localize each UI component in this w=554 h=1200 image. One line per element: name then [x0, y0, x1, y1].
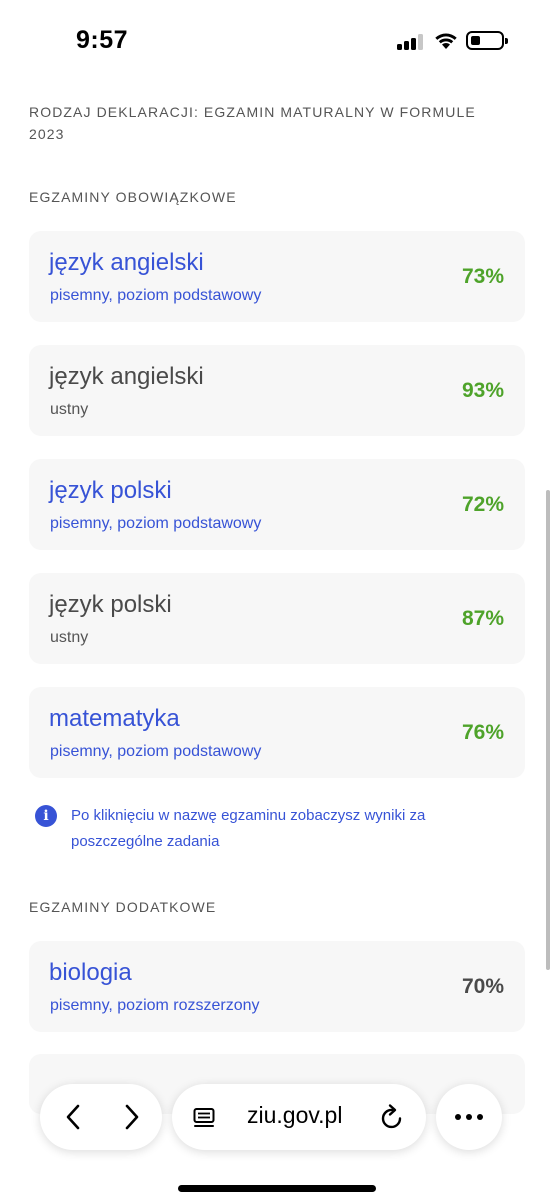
exam-name[interactable]: matematyka: [49, 705, 180, 733]
exam-score: 76%: [461, 721, 504, 744]
home-indicator[interactable]: [178, 1185, 376, 1192]
navigation-buttons: [40, 1084, 162, 1150]
exam-card: język polski ustny 87%: [29, 573, 525, 664]
exam-card: język angielski ustny 93%: [29, 345, 525, 436]
mandatory-exams-heading: EGZAMINY OBOWIĄZKOWE: [29, 189, 237, 205]
url-text[interactable]: ziu.gov.pl: [247, 1102, 342, 1129]
chevron-right-icon: [125, 1104, 138, 1130]
back-button[interactable]: [42, 1084, 103, 1150]
page: 9:57 RODZAJ DEKLARACJI: EGZAMIN MATURALN…: [0, 0, 554, 1200]
battery-icon: [466, 31, 508, 50]
reload-icon[interactable]: [379, 1103, 405, 1131]
exam-type: pisemny, poziom podstawowy: [50, 515, 262, 532]
exam-score: 72%: [461, 493, 504, 516]
exam-type: ustny: [50, 401, 89, 418]
exam-card[interactable]: matematyka pisemny, poziom podstawowy 76…: [29, 687, 525, 778]
exam-score: 70%: [461, 975, 504, 998]
exam-name[interactable]: biologia: [49, 959, 132, 987]
exam-name[interactable]: język angielski: [49, 249, 204, 277]
info-note-text: Po kliknięciu w nazwę egzaminu zobaczysz…: [71, 807, 426, 850]
more-button[interactable]: [436, 1084, 502, 1150]
address-bar[interactable]: ziu.gov.pl: [172, 1084, 426, 1150]
exam-score: 87%: [461, 607, 504, 630]
cellular-signal-icon: [397, 34, 425, 50]
exam-card[interactable]: język angielski pisemny, poziom podstawo…: [29, 231, 525, 322]
declaration-type-label: RODZAJ DEKLARACJI: EGZAMIN MATURALNY W F…: [29, 104, 476, 142]
status-time: 9:57: [76, 26, 129, 54]
status-bar: 9:57: [0, 0, 554, 80]
wifi-icon: [435, 33, 457, 49]
additional-exams-heading: EGZAMINY DODATKOWE: [29, 899, 217, 915]
chevron-left-icon: [66, 1104, 79, 1130]
exam-name: język polski: [49, 591, 172, 618]
exam-type: pisemny, poziom rozszerzony: [50, 997, 260, 1014]
more-icon: [455, 1114, 483, 1120]
exam-card[interactable]: biologia pisemny, poziom rozszerzony 70%: [29, 941, 525, 1032]
exam-score: 93%: [461, 379, 504, 402]
exam-score: 73%: [461, 265, 504, 288]
browser-toolbar: ziu.gov.pl: [0, 1060, 554, 1200]
info-icon: i: [35, 805, 57, 827]
scrollbar[interactable]: [546, 490, 550, 970]
exam-name: język angielski: [49, 363, 204, 390]
exam-type: pisemny, poziom podstawowy: [50, 287, 262, 304]
reader-icon[interactable]: [192, 1106, 216, 1130]
forward-button[interactable]: [101, 1084, 162, 1150]
exam-type: pisemny, poziom podstawowy: [50, 743, 262, 760]
exam-name[interactable]: język polski: [49, 477, 172, 505]
exam-card[interactable]: język polski pisemny, poziom podstawowy …: [29, 459, 525, 550]
exam-type: ustny: [50, 629, 89, 646]
